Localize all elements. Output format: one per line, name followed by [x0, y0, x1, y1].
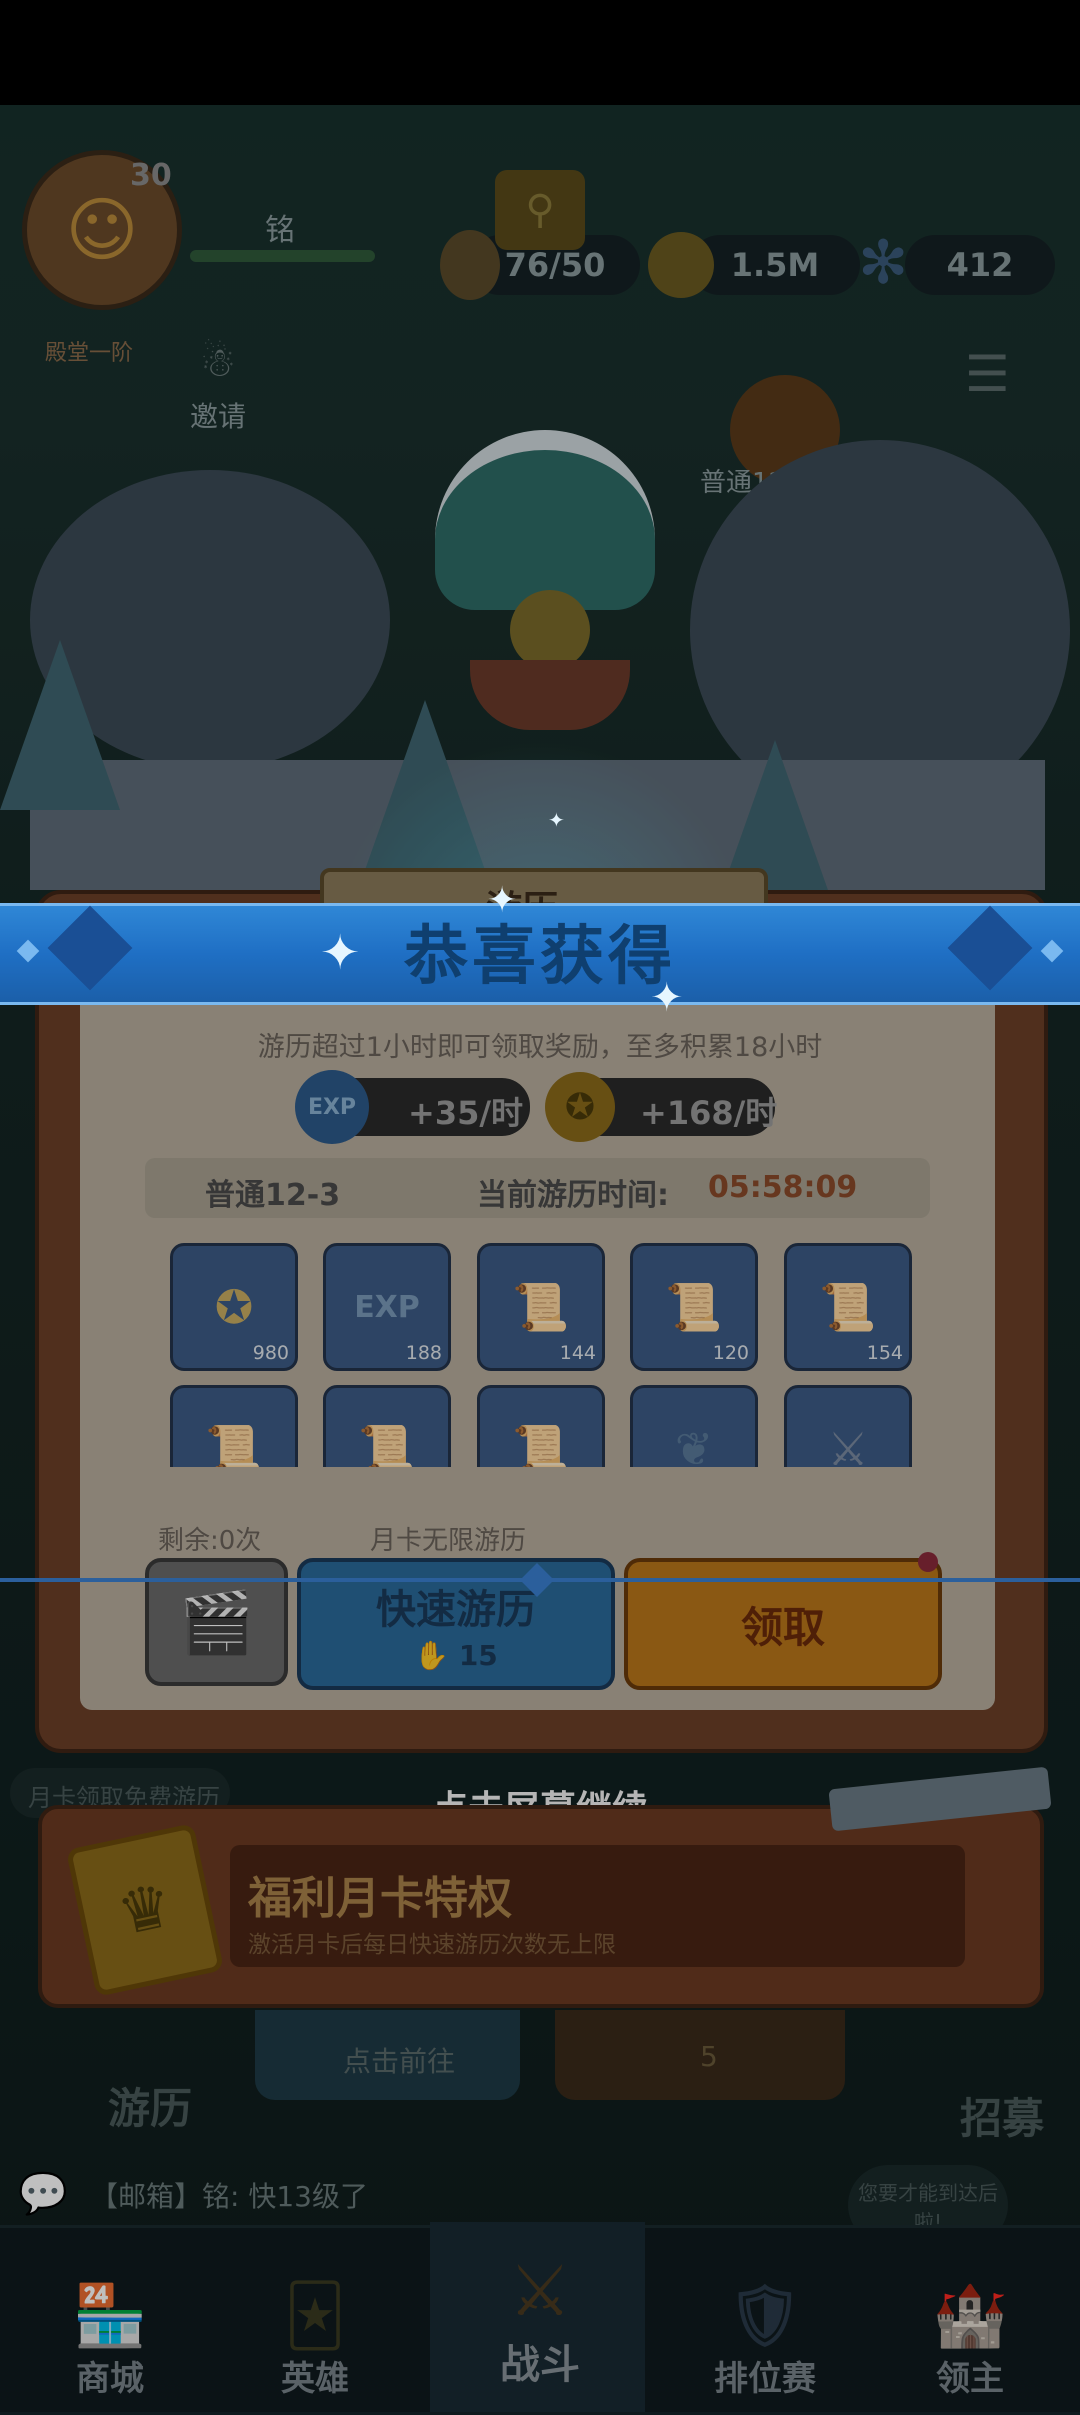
- sparkle-icon: ✦: [487, 880, 518, 921]
- sparkle-icon: ✦: [320, 925, 361, 981]
- sparkle-icon: ✦: [650, 975, 684, 1021]
- status-bar: [0, 0, 1080, 105]
- dim-overlay[interactable]: [0, 105, 1080, 2412]
- sparkle-icon: ✦: [548, 808, 565, 832]
- congrats-title: 恭喜获得: [404, 920, 676, 994]
